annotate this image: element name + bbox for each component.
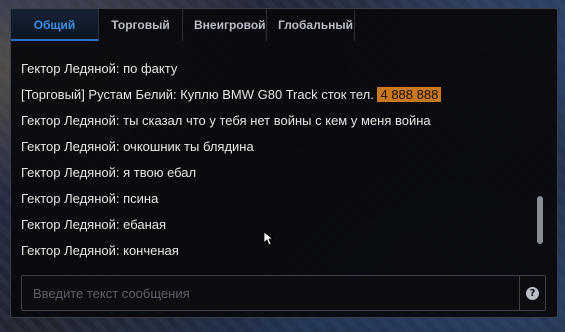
scrollbar-thumb[interactable] [537,196,543,244]
phone-number-highlight[interactable]: 4 888 888 [377,87,442,102]
chat-message: Гектор Ледяной: я твою ебал [21,165,197,180]
chat-message: Гектор Ледяной: очкошник ты блядина [21,139,254,154]
tab-trade[interactable]: Торговый [99,9,183,41]
mouse-cursor-icon [264,232,274,246]
chat-message: Гектор Ледяной: по факту [21,61,178,76]
chat-message-text: [Торговый] Рустам Белий: Куплю BMW G80 T… [21,87,374,102]
chat-message: Гектор Ледяной: ты сказал что у тебя нет… [21,113,431,128]
chat-window: Общий Торговый Внеигровой Глобальный Гек… [10,8,558,318]
question-icon: ? [526,286,539,300]
message-input[interactable] [22,276,520,310]
chat-message: Гектор Ледяной: псина [21,191,159,206]
help-button[interactable]: ? [519,276,545,310]
tab-general[interactable]: Общий [11,9,99,41]
tab-global[interactable]: Глобальный [267,9,355,41]
tab-ooc[interactable]: Внеигровой [183,9,267,41]
chat-message: [Торговый] Рустам Белий: Куплю BMW G80 T… [21,86,442,104]
game-background: Общий Торговый Внеигровой Глобальный Гек… [0,0,565,332]
chat-message: Гектор Ледяной: конченая [21,243,179,258]
chat-message: Гектор Ледяной: ебаная [21,217,167,232]
message-input-box: ? [21,275,546,311]
chat-tabs: Общий Торговый Внеигровой Глобальный [11,9,355,41]
